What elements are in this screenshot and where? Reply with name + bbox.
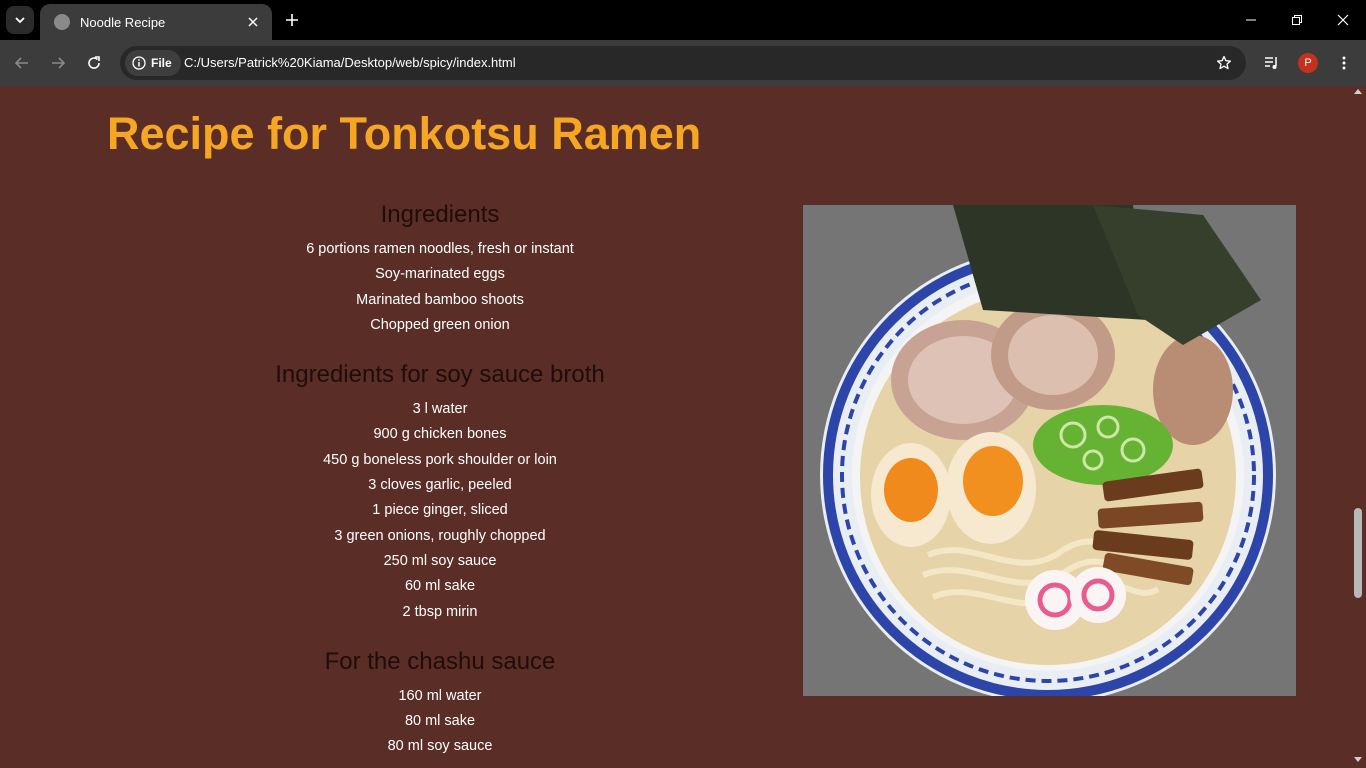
ramen-photo xyxy=(803,205,1296,696)
tab-search-button[interactable] xyxy=(6,6,34,34)
tab-close-button[interactable] xyxy=(244,13,262,31)
list-item: 3 l water xyxy=(412,401,468,418)
bookmark-button[interactable] xyxy=(1214,53,1234,73)
playlist-icon xyxy=(1265,57,1277,69)
site-info-label: File xyxy=(151,56,172,70)
reload-icon xyxy=(88,56,100,69)
recipe-column: Ingredients 6 portions ramen noodles, fr… xyxy=(190,201,690,768)
page-viewport: Recipe for Tonkotsu Ramen Ingredients 6 … xyxy=(0,86,1366,768)
restore-icon xyxy=(1292,15,1302,25)
list-item: 160 ml water xyxy=(398,687,482,704)
scroll-down-arrow-icon[interactable] xyxy=(1354,757,1362,762)
list-item: 60 ml sake xyxy=(404,578,476,595)
list-item: 80 ml soy sauce xyxy=(387,738,493,755)
star-icon xyxy=(1216,55,1232,70)
forward-button[interactable] xyxy=(44,49,72,77)
site-info-chip[interactable]: File xyxy=(125,50,181,76)
list-item: 900 g chicken bones xyxy=(373,426,507,443)
chashu-section: For the chashu sauce 160 ml water 80 ml … xyxy=(190,648,690,760)
scrollbar-thumb[interactable] xyxy=(1354,508,1362,598)
tab-title: Noodle Recipe xyxy=(80,14,166,30)
close-icon xyxy=(1337,14,1349,26)
list-item: 450 g boneless pork shoulder or loin xyxy=(323,451,557,468)
browser-toolbar: File C:/Users/Patrick%20Kiama/Desktop/we… xyxy=(0,40,1366,86)
list-item: 3 green onions, roughly chopped xyxy=(334,527,546,544)
reload-button[interactable] xyxy=(80,49,108,77)
list-item: Soy-marinated eggs xyxy=(375,266,505,283)
plus-icon xyxy=(286,14,298,26)
arrow-left-icon xyxy=(14,57,28,69)
list-item: 80 ml sake xyxy=(404,713,476,730)
section-heading: For the chashu sauce xyxy=(324,647,556,675)
address-bar[interactable]: File C:/Users/Patrick%20Kiama/Desktop/we… xyxy=(120,46,1246,80)
broth-section: Ingredients for soy sauce broth 3 l wate… xyxy=(190,361,690,625)
browser-tab[interactable]: Noodle Recipe xyxy=(40,4,272,40)
section-heading: Ingredients for soy sauce broth xyxy=(275,361,605,389)
info-icon xyxy=(132,56,146,70)
new-tab-button[interactable] xyxy=(280,8,304,32)
minimize-button[interactable] xyxy=(1228,0,1274,40)
minimize-icon xyxy=(1246,19,1256,21)
ingredient-list: 6 portions ramen noodles, fresh or insta… xyxy=(190,237,690,338)
ramen-bowl-illustration xyxy=(803,205,1296,696)
list-item: 2 tbsp mirin xyxy=(402,603,478,620)
list-item: 1 piece ginger, sliced xyxy=(372,502,508,519)
ingredients-section: Ingredients 6 portions ramen noodles, fr… xyxy=(190,201,690,338)
list-item: Chopped green onion xyxy=(370,316,510,333)
arrow-right-icon xyxy=(52,57,66,69)
browser-menu-button[interactable] xyxy=(1330,49,1358,77)
profile-avatar[interactable]: P xyxy=(1298,53,1318,73)
list-item: 6 portions ramen noodles, fresh or insta… xyxy=(306,241,574,257)
back-button[interactable] xyxy=(8,49,36,77)
chevron-down-icon xyxy=(15,17,25,24)
more-vertical-icon xyxy=(1342,56,1346,70)
list-item: Marinated bamboo shoots xyxy=(356,291,524,308)
tab-strip: Noodle Recipe xyxy=(0,0,1366,40)
globe-icon xyxy=(54,14,70,30)
close-icon xyxy=(248,17,258,27)
ingredient-list: 3 l water 900 g chicken bones 450 g bone… xyxy=(190,397,690,625)
vertical-scrollbar[interactable] xyxy=(1350,86,1366,768)
media-control-button[interactable] xyxy=(1258,49,1286,77)
scroll-up-arrow-icon[interactable] xyxy=(1354,89,1362,94)
ingredient-list: 160 ml water 80 ml sake 80 ml soy sauce xyxy=(190,684,690,760)
section-heading: Ingredients xyxy=(380,201,500,228)
url-text[interactable]: C:/Users/Patrick%20Kiama/Desktop/web/spi… xyxy=(184,55,516,70)
page-title: Recipe for Tonkotsu Ramen xyxy=(107,108,702,159)
list-item: 3 cloves garlic, peeled xyxy=(368,477,512,494)
list-item: 250 ml soy sauce xyxy=(383,552,497,569)
close-window-button[interactable] xyxy=(1320,0,1366,40)
restore-button[interactable] xyxy=(1274,0,1320,40)
